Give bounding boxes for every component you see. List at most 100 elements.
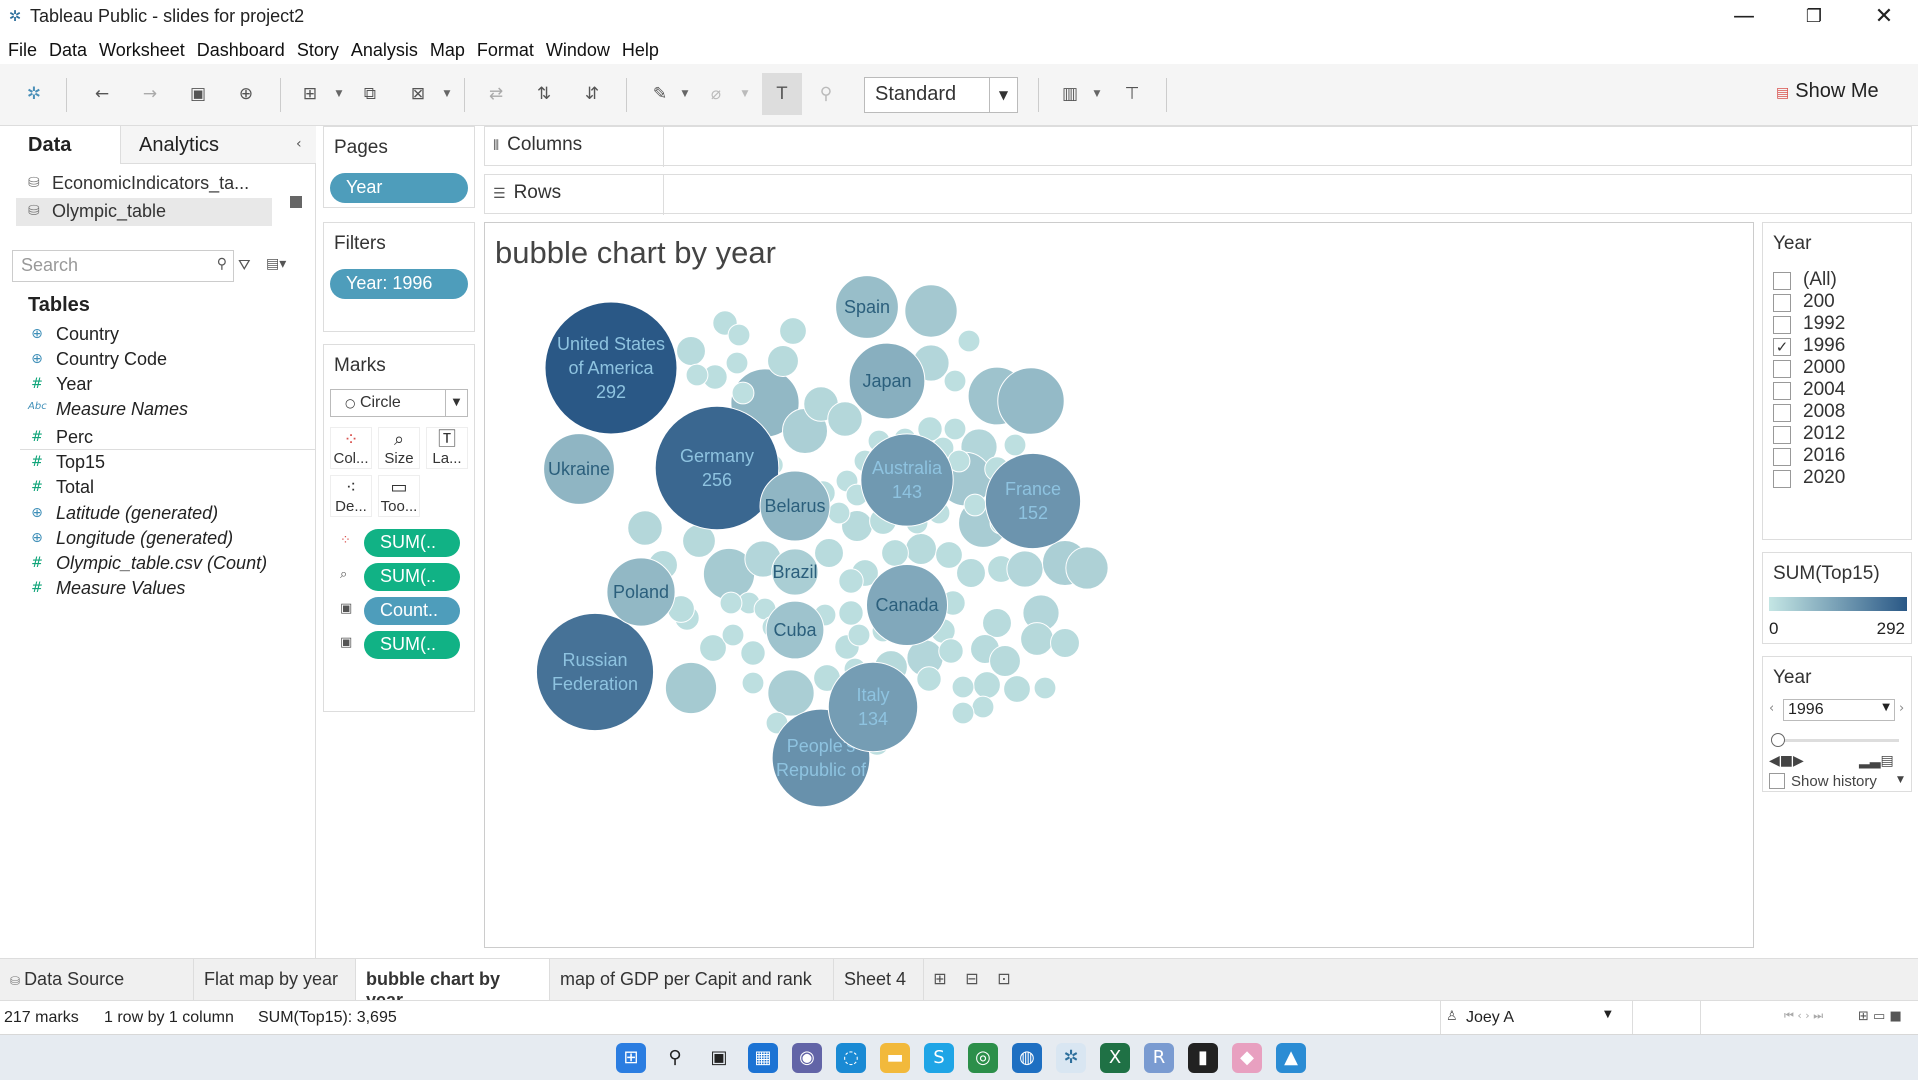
pages-pill-year[interactable]: Year — [330, 173, 468, 203]
checkbox[interactable] — [1773, 294, 1791, 312]
tab-sheet-4[interactable]: Sheet 4 — [834, 959, 924, 1001]
tab-bubble-chart-by-year[interactable]: bubble chart by year — [356, 959, 550, 1010]
field-item[interactable]: ⊕ Latitude (generated) — [28, 503, 218, 524]
next-page-icon[interactable]: › — [1899, 701, 1904, 716]
menu-format[interactable]: Format — [477, 36, 543, 64]
bubble-mark[interactable] — [956, 558, 986, 588]
year-filter-item[interactable]: 2016 — [1773, 445, 1845, 469]
label-button[interactable]: 🅃 La... — [426, 427, 468, 469]
bubble-mark[interactable] — [963, 493, 987, 517]
edge-dev-icon[interactable]: ◎ — [968, 1043, 998, 1073]
bubble-japan[interactable]: Japan — [848, 342, 926, 420]
chevron-down-icon[interactable]: ▼ — [740, 80, 750, 108]
bubble-mark[interactable] — [847, 623, 871, 647]
chevron-down-icon[interactable]: ▼ — [1604, 1009, 1612, 1020]
chevron-down-icon[interactable]: ▼ — [442, 80, 452, 108]
sort-descending-icon[interactable]: ⇵ — [578, 80, 606, 108]
close-button[interactable]: ✕ — [1854, 0, 1914, 34]
bubble-mark[interactable] — [1033, 676, 1057, 700]
mark-pill-size[interactable]: SUM(.. — [364, 563, 460, 591]
chevron-down-icon[interactable]: ▼ — [989, 78, 1017, 112]
mark-pill-label-count[interactable]: Count.. — [364, 597, 460, 625]
tab-analytics[interactable]: Analytics — [120, 126, 316, 164]
teams-icon[interactable]: ◉ — [792, 1043, 822, 1073]
tableau-icon[interactable]: ✲ — [1056, 1043, 1086, 1073]
filter-pill-year[interactable]: Year: 1996 — [330, 269, 468, 299]
bubble-mark[interactable] — [943, 369, 967, 393]
year-filter-item[interactable]: 2020 — [1773, 467, 1845, 491]
mark-type-dropdown[interactable]: ○ Circle ▼ — [330, 389, 468, 417]
redo-icon[interactable]: → — [136, 80, 164, 108]
bubble-mark[interactable] — [725, 351, 749, 375]
detail-button[interactable]: ⁖ De... — [330, 475, 372, 517]
bubble-mark[interactable] — [727, 323, 751, 347]
bubble-mark[interactable] — [1020, 622, 1054, 656]
search-icon[interactable]: ⚲ — [660, 1043, 690, 1073]
datasource-item[interactable]: ⛁ EconomicIndicators_ta... — [16, 170, 272, 198]
bubble-mark[interactable] — [951, 675, 975, 699]
bubble-mark[interactable] — [740, 640, 766, 666]
sort-ascending-icon[interactable]: ⇅ — [530, 80, 558, 108]
bubble-mark[interactable] — [1065, 546, 1109, 590]
rows-shelf[interactable]: ☰ Rows — [484, 174, 1912, 215]
tableau-home-icon[interactable]: ✲ — [20, 80, 48, 108]
checkbox[interactable] — [1773, 316, 1791, 334]
fit-dropdown[interactable]: Standard ▼ — [864, 77, 1018, 113]
bubble-mark[interactable] — [935, 541, 963, 569]
menu-file[interactable]: File — [8, 36, 46, 64]
bubble-mark[interactable] — [943, 417, 967, 441]
year-filter-item[interactable]: 200 — [1773, 291, 1835, 315]
app-icon[interactable]: ◆ — [1232, 1043, 1262, 1073]
checkbox[interactable] — [1773, 426, 1791, 444]
bubble-mark[interactable] — [973, 671, 1001, 699]
menu-window[interactable]: Window — [546, 36, 619, 64]
checkbox[interactable] — [1773, 404, 1791, 422]
bubble-mark[interactable] — [1003, 675, 1031, 703]
undo-icon[interactable]: ← — [88, 80, 116, 108]
bubble-chart[interactable]: United States of America 292 Germany 256 Russ… — [485, 223, 1755, 949]
checkbox-checked[interactable]: ✓ — [1773, 338, 1791, 356]
tab-map-of-gdp[interactable]: map of GDP per Capit and rank — [550, 959, 834, 1001]
year-filter-item[interactable]: 1992 — [1773, 313, 1845, 337]
tab-data[interactable]: Data — [0, 126, 120, 164]
chevron-down-icon[interactable]: ▼ — [445, 390, 467, 416]
field-item[interactable]: # Total — [28, 477, 94, 498]
field-item[interactable]: ⊕ Country — [28, 324, 119, 345]
bubble-mark[interactable] — [779, 317, 807, 345]
windows-start-icon[interactable]: ⊞ — [616, 1043, 646, 1073]
collapse-pane-icon[interactable]: ‹ — [296, 136, 302, 152]
group-icon[interactable]: ⌀ — [702, 80, 730, 108]
datasource-item-selected[interactable]: ⛁ Olympic_table — [16, 198, 272, 226]
show-history-checkbox[interactable] — [1769, 773, 1785, 789]
bubble-mark[interactable] — [982, 608, 1012, 638]
menu-story[interactable]: Story — [297, 36, 348, 64]
show-me-button[interactable]: ▤ Show Me — [1776, 80, 1879, 103]
bubble-canada[interactable]: Canada — [865, 563, 949, 647]
swap-icon[interactable]: ⇄ — [482, 80, 510, 108]
size-button[interactable]: ⌕ Size — [378, 427, 420, 469]
bubble-belarus[interactable]: Belarus — [759, 470, 831, 542]
tooltip-button[interactable]: ▭ Too... — [378, 475, 420, 517]
filter-icon[interactable]: ⛛ — [238, 256, 251, 274]
chevron-down-icon[interactable]: ▼ — [680, 80, 690, 108]
save-icon[interactable]: ▣ — [184, 80, 212, 108]
bubble-mark[interactable] — [827, 401, 863, 437]
bubble-mark[interactable] — [664, 661, 718, 715]
highlight-icon[interactable]: ✎ — [646, 80, 674, 108]
mark-pill-color[interactable]: SUM(.. — [364, 529, 460, 557]
bubble-mark[interactable] — [951, 701, 975, 725]
menu-data[interactable]: Data — [49, 36, 96, 64]
bubble-mark[interactable] — [676, 336, 706, 366]
view-options-icon[interactable]: ▤▾ — [266, 256, 286, 272]
minimize-button[interactable]: — — [1714, 0, 1774, 34]
sheet-sorter-icon[interactable]: ⊞ ▭ ■ — [1858, 1009, 1902, 1024]
viz-canvas[interactable]: bubble chart by year United States of Ame… — [484, 222, 1754, 948]
new-story-icon[interactable]: ⊡ — [992, 969, 1016, 988]
menu-dashboard[interactable]: Dashboard — [197, 36, 294, 64]
menu-analysis[interactable]: Analysis — [351, 36, 427, 64]
pin-icon[interactable]: ⚲ — [812, 80, 840, 108]
widgets-icon[interactable]: ▦ — [748, 1043, 778, 1073]
r-icon[interactable]: R — [1144, 1043, 1174, 1073]
checkbox[interactable] — [1773, 448, 1791, 466]
checkbox[interactable] — [1773, 470, 1791, 488]
